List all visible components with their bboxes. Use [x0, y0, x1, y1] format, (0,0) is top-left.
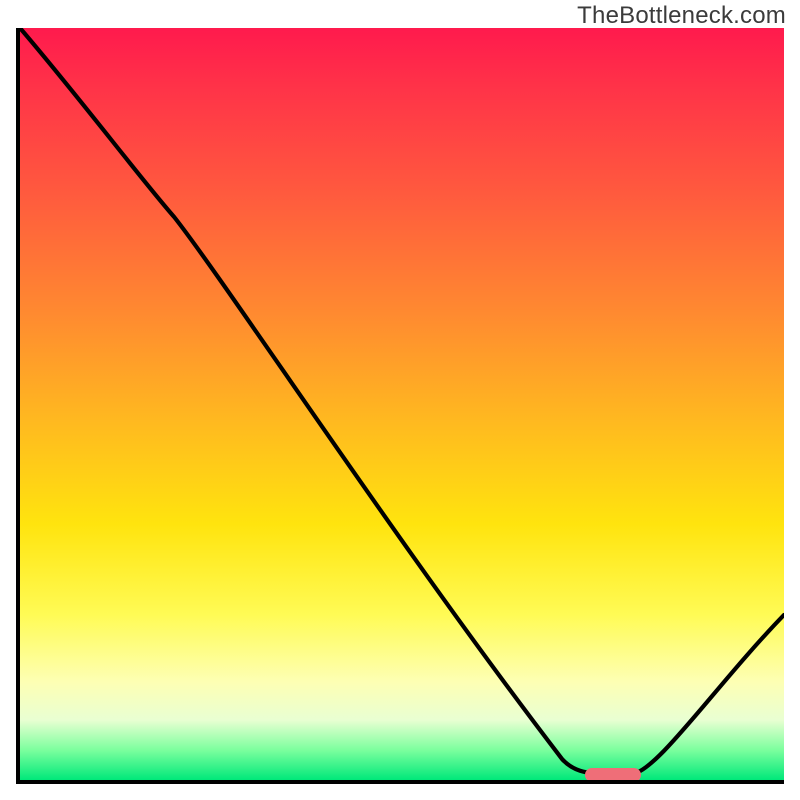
watermark-text: TheBottleneck.com	[577, 2, 786, 30]
plot-area	[16, 28, 784, 784]
heat-gradient-bg	[20, 28, 784, 780]
optimal-range-marker	[585, 768, 641, 782]
chart-container: TheBottleneck.com	[0, 0, 800, 800]
